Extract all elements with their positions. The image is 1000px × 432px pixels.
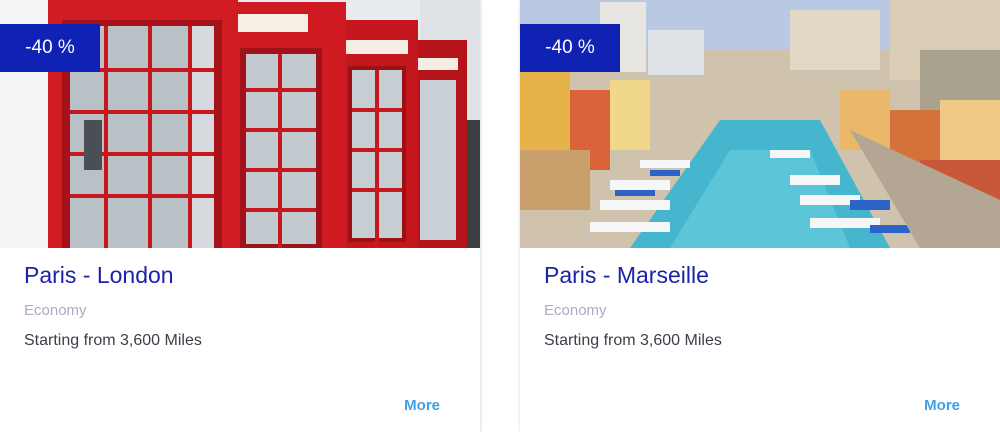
route-title[interactable]: Paris - Marseille bbox=[544, 262, 709, 289]
price-text: Starting from 3,600 Miles bbox=[544, 332, 722, 349]
offer-cards: -40 % Paris - London Economy Starting fr… bbox=[0, 0, 1000, 432]
discount-badge: -40 % bbox=[520, 24, 620, 72]
offer-card-marseille[interactable]: -40 % Paris - Marseille Economy Starting… bbox=[520, 0, 1000, 432]
offer-card-london[interactable]: -40 % Paris - London Economy Starting fr… bbox=[0, 0, 480, 432]
discount-badge: -40 % bbox=[0, 24, 100, 72]
cabin-class-label: Economy bbox=[24, 302, 87, 319]
route-title[interactable]: Paris - London bbox=[24, 262, 174, 289]
more-link[interactable]: More bbox=[924, 397, 960, 414]
cabin-class-label: Economy bbox=[544, 302, 607, 319]
more-link[interactable]: More bbox=[404, 397, 440, 414]
price-text: Starting from 3,600 Miles bbox=[24, 332, 202, 349]
